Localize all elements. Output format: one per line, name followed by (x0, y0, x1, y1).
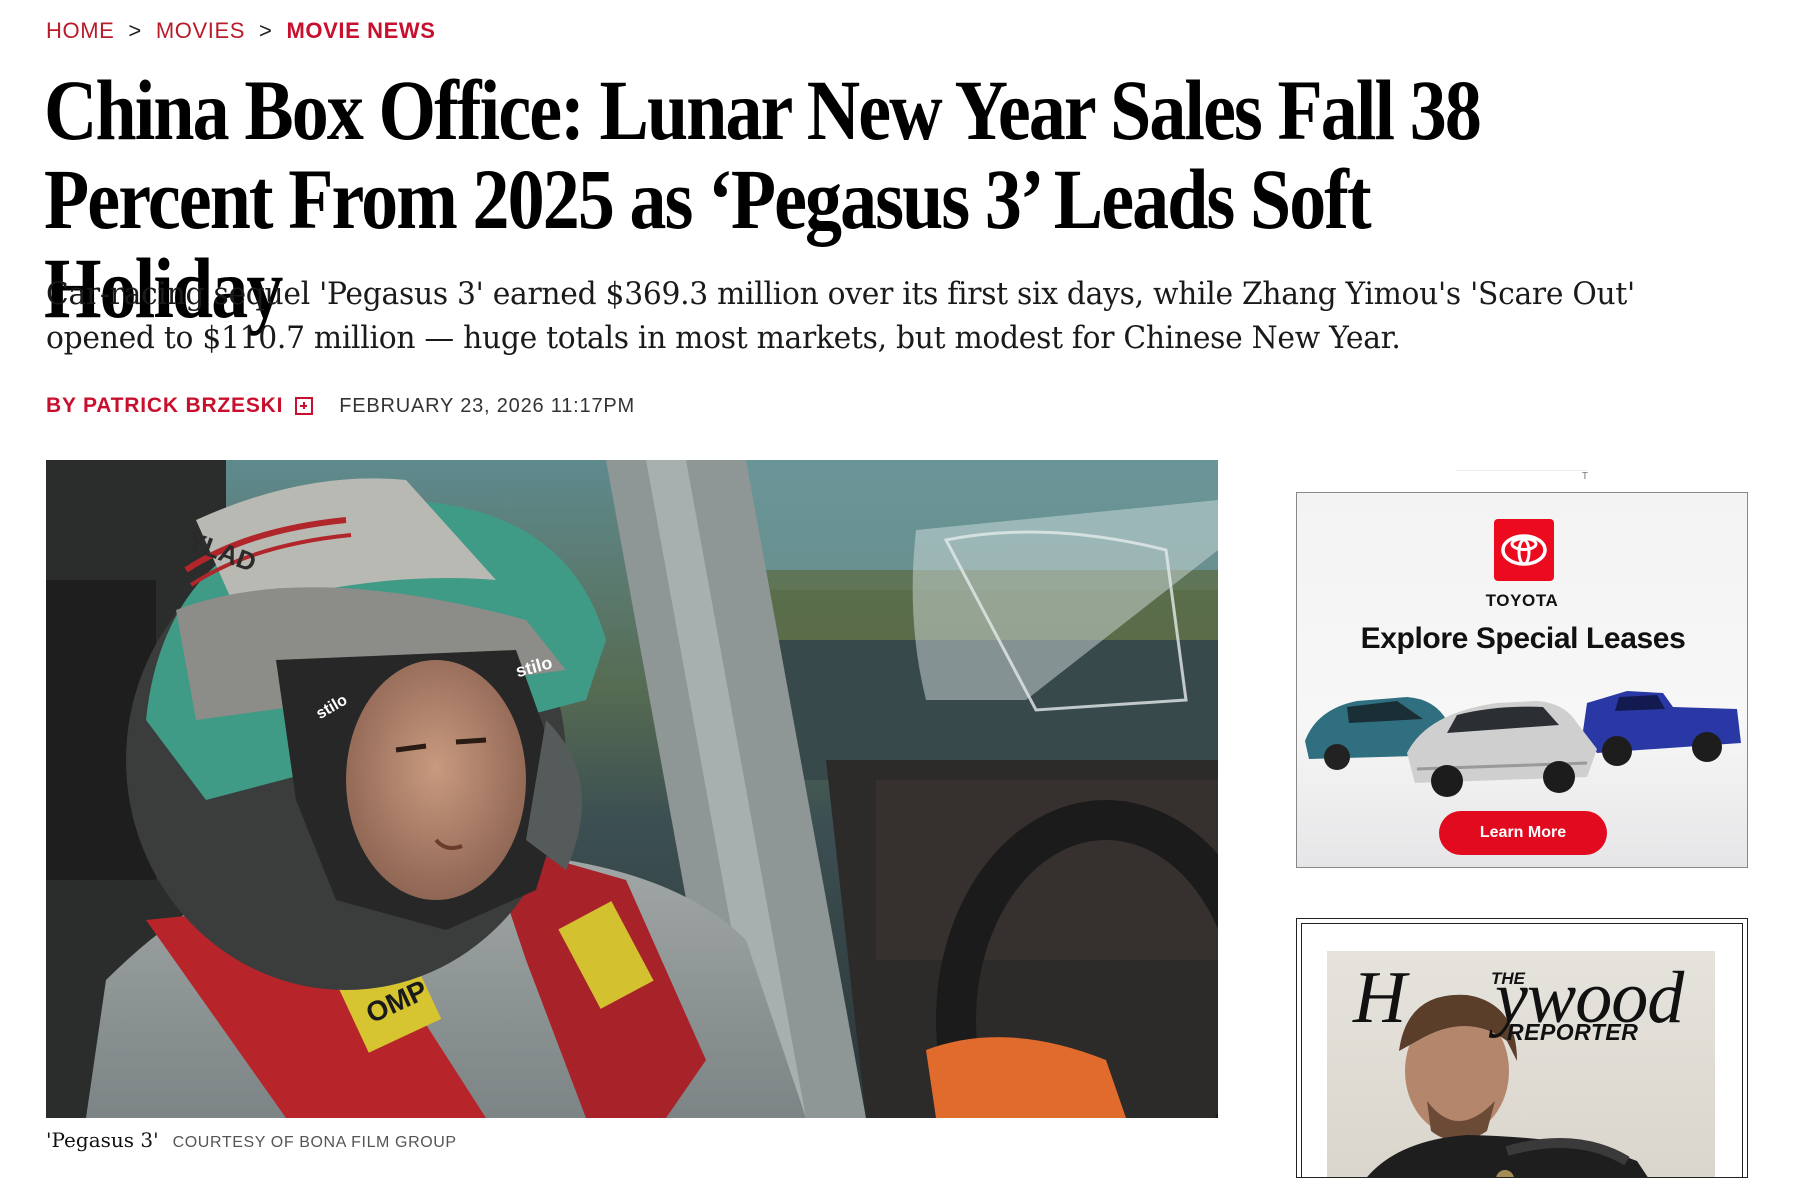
caption-credit: COURTESY OF BONA FILM GROUP (172, 1134, 457, 1151)
image-caption: 'Pegasus 3' COURTESY OF BONA FILM GROUP (46, 1128, 457, 1152)
ad-headline: Explore Special Leases (1360, 622, 1686, 655)
author-link[interactable]: BY PATRICK BRZESKI (46, 394, 283, 418)
breadcrumb-separator: > (259, 18, 273, 43)
learn-more-button[interactable]: Learn More (1439, 811, 1607, 855)
magazine-promo[interactable]: H ywood THE REPORTER (1296, 918, 1748, 1178)
hero-photo: OMP YLAD stilo stilo (46, 460, 1218, 1118)
toyota-ad[interactable]: TOYOTA Explore Special Leases Learn More (1296, 492, 1748, 868)
publish-date: FEBRUARY 23, 2026 11:17PM (339, 394, 635, 417)
magazine-title-reporter: REPORTER (1507, 1019, 1639, 1045)
toyota-logo-icon (1494, 519, 1554, 581)
breadcrumb-movie-news-link[interactable]: MOVIE NEWS (287, 18, 436, 44)
hero-image[interactable]: OMP YLAD stilo stilo (46, 460, 1218, 1118)
magazine-title-the: THE (1491, 969, 1525, 988)
article-dek: Car-racing sequel 'Pegasus 3' earned $36… (46, 276, 1635, 356)
breadcrumb-separator: > (128, 18, 142, 43)
caption-title: 'Pegasus 3' (46, 1128, 159, 1152)
ad-label: T (1456, 470, 1588, 483)
breadcrumb-movies-link[interactable]: MOVIES (156, 18, 245, 44)
ad-brand: TOYOTA (1485, 591, 1559, 610)
byline: BY PATRICK BRZESKI FEBRUARY 23, 2026 11:… (46, 390, 635, 422)
plus-box-icon[interactable] (295, 397, 314, 415)
breadcrumb: HOME > MOVIES > MOVIE NEWS (46, 16, 436, 46)
magazine-title-h: H (1353, 957, 1407, 1039)
magazine-cover[interactable]: H ywood THE REPORTER (1327, 951, 1715, 1177)
car-lineup-image (1305, 691, 1741, 797)
breadcrumb-home-link[interactable]: HOME (46, 18, 114, 44)
